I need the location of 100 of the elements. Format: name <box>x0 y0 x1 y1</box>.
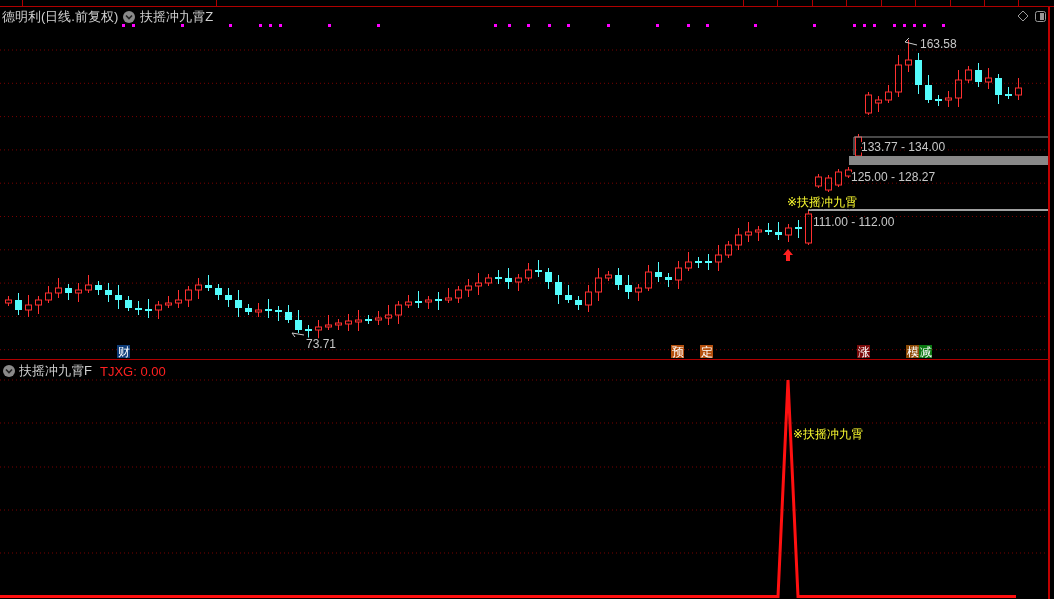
candlestick <box>945 90 952 108</box>
event-badge[interactable]: 定 <box>700 345 713 359</box>
candlestick <box>455 285 462 304</box>
candlestick <box>885 84 892 104</box>
candlestick <box>405 294 412 309</box>
candlestick <box>435 291 442 311</box>
candlestick <box>985 67 992 90</box>
candlestick <box>375 310 382 326</box>
candlestick <box>975 62 982 88</box>
candlestick <box>275 305 282 322</box>
candlestick <box>545 267 552 290</box>
dropdown-icon[interactable] <box>123 11 136 23</box>
candlestick <box>95 280 102 296</box>
low-price-label: 73.71 <box>306 337 337 351</box>
candlestick <box>205 274 212 292</box>
dropdown-icon[interactable] <box>3 365 15 377</box>
candlestick <box>395 300 402 325</box>
leader-line <box>291 332 305 338</box>
event-badge[interactable]: 减 <box>919 345 932 359</box>
candlestick <box>245 303 252 316</box>
candlestick <box>875 95 882 113</box>
candlestick <box>185 285 192 308</box>
candlestick <box>995 73 1002 105</box>
candlestick <box>235 289 242 318</box>
candlestick <box>535 259 542 278</box>
candlestick <box>475 272 482 296</box>
candlestick <box>15 292 22 316</box>
candlestick <box>845 166 852 179</box>
candlestick <box>705 253 712 271</box>
candlestick <box>125 295 132 312</box>
diamond-icon[interactable] <box>1017 10 1029 22</box>
event-badge[interactable]: 财 <box>117 345 130 359</box>
event-badge[interactable]: 模 <box>906 345 919 359</box>
leader-line <box>904 37 918 46</box>
candlestick <box>45 285 52 304</box>
candlestick <box>915 52 922 95</box>
panel-toggle-icon[interactable] <box>1035 11 1046 22</box>
signal-label: ※扶摇冲九霄 <box>787 195 858 209</box>
candlestick <box>165 295 172 309</box>
candlestick <box>65 283 72 301</box>
candlestick <box>755 225 762 242</box>
candlestick <box>195 277 202 300</box>
candlestick <box>575 295 582 311</box>
candlestick <box>25 294 32 318</box>
candlestick <box>815 173 822 189</box>
candlestick <box>615 267 622 291</box>
up-arrow-icon <box>783 249 793 261</box>
candlestick <box>355 309 362 332</box>
candlestick <box>515 273 522 292</box>
candlestick <box>675 260 682 290</box>
candlestick <box>605 270 612 282</box>
candlestick <box>85 274 92 294</box>
zone-label: 133.77 - 134.00 <box>861 140 946 154</box>
candlestick <box>315 319 322 340</box>
candlestick <box>765 222 772 236</box>
candlestick <box>105 282 112 303</box>
candlestick <box>445 287 452 304</box>
candlestick <box>695 256 702 269</box>
candlestick <box>735 227 742 251</box>
candlestick <box>175 289 182 309</box>
candlestick <box>115 284 122 310</box>
candlestick <box>685 251 692 272</box>
candlestick <box>295 309 302 334</box>
candlestick <box>75 282 82 303</box>
candlestick <box>525 262 532 282</box>
candlestick <box>645 264 652 292</box>
candlestick <box>485 273 492 287</box>
candlestick <box>415 290 422 309</box>
event-badge[interactable]: 涨 <box>857 345 870 359</box>
candlestick <box>795 219 802 239</box>
candlestick <box>345 313 352 332</box>
indicator-reading: TJXG: 0.00 <box>99 363 166 379</box>
candlestick <box>635 283 642 302</box>
candlestick <box>335 318 342 331</box>
candlestick <box>865 91 872 116</box>
candlestick <box>5 295 12 307</box>
candlestick <box>785 223 792 243</box>
candlestick <box>955 69 962 108</box>
candlestick <box>425 295 432 310</box>
candlestick <box>585 284 592 313</box>
candlestick <box>905 39 912 73</box>
candlestick <box>965 65 972 84</box>
candlestick <box>35 295 42 315</box>
signal-label: ※扶摇冲九霄 <box>793 427 864 441</box>
candlestick <box>1015 77 1022 101</box>
candlestick <box>725 240 732 259</box>
stock-title: 德明利(日线.前复权) <box>2 8 119 26</box>
zone-label: 111.00 - 112.00 <box>813 215 895 229</box>
event-badge[interactable]: 预 <box>671 345 684 359</box>
candlestick <box>775 221 782 241</box>
candlestick <box>155 300 162 320</box>
candlestick <box>715 244 722 272</box>
candlestick <box>465 278 472 298</box>
candlestick <box>215 283 222 301</box>
candlestick <box>495 269 502 285</box>
candlestick <box>745 221 752 243</box>
candlestick <box>895 54 902 98</box>
candlestick <box>565 284 572 304</box>
candlestick <box>825 174 832 193</box>
high-price-label: 163.58 <box>920 37 957 51</box>
